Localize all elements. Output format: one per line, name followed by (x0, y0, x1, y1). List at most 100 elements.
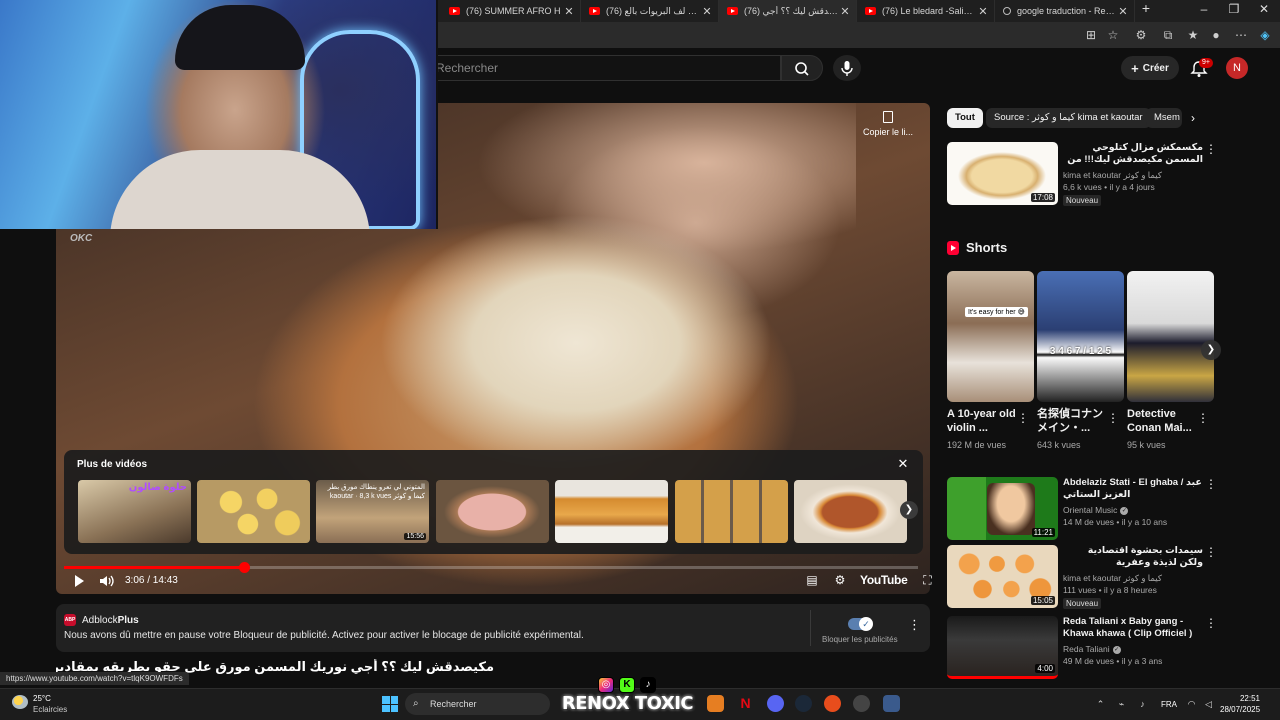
related-video-title[interactable]: مكسمكش مزال كتلوحي المسمن مكيصدقش ليك!!!… (1063, 142, 1203, 166)
settings-gear-icon[interactable]: ⚙ (832, 573, 848, 587)
chip-all[interactable]: Tout (947, 108, 983, 128)
related-video-channel[interactable]: Oriental Music ✓ (1063, 505, 1129, 515)
more-video-thumbnail[interactable] (675, 480, 788, 543)
favorite-star-icon[interactable]: ☆ (1105, 27, 1121, 43)
chip-source[interactable]: Source : كيما و كوثر kima et kaoutar (986, 108, 1151, 128)
chip-msem[interactable]: Msem (1146, 108, 1182, 128)
split-screen-icon[interactable]: ⧉ (1160, 27, 1176, 43)
more-video-thumbnail[interactable] (794, 480, 907, 543)
weather-description[interactable]: Eclaircies (33, 705, 67, 714)
maximize-icon[interactable]: ❐ (1219, 2, 1249, 16)
browser-tab[interactable]: (76) Le bledard -Salina (clai ✕ (857, 0, 995, 22)
wifi-icon[interactable]: ◠ (1186, 699, 1197, 710)
short-views: 95 k vues (1127, 440, 1166, 450)
short-title[interactable]: A 10-year old violin ... (947, 407, 1019, 435)
windows-start-icon[interactable] (382, 696, 398, 712)
netflix-app-icon[interactable]: N (737, 695, 754, 712)
close-tab-icon[interactable]: ✕ (1116, 5, 1130, 18)
more-options-icon[interactable]: ⋮ (1205, 545, 1217, 559)
close-tab-icon[interactable]: ✕ (700, 5, 714, 18)
new-tab-icon[interactable]: + (1131, 0, 1161, 16)
play-button[interactable] (72, 574, 86, 588)
search-input[interactable]: Rechercher (425, 55, 781, 81)
short-title[interactable]: Detective Conan Mai... (1127, 407, 1199, 435)
related-video-thumbnail[interactable]: 4:00 (947, 616, 1058, 679)
fullscreen-icon[interactable]: ⛶ (919, 573, 935, 587)
clock-date[interactable]: 28/07/2025 (1220, 705, 1260, 714)
obs-app-icon[interactable] (853, 695, 870, 712)
close-window-icon[interactable]: ✕ (1249, 2, 1279, 16)
settings-app-icon[interactable] (883, 695, 900, 712)
related-video-channel[interactable]: kima et kaoutar كيما و كوثر (1063, 573, 1162, 584)
search-button[interactable] (781, 55, 823, 81)
block-ads-toggle[interactable] (848, 617, 873, 631)
close-icon[interactable]: ✕ (895, 456, 911, 472)
more-options-icon[interactable]: ⋮ (1205, 616, 1217, 630)
browser-tab-active[interactable]: (76) مكيصدقش ليك ؟؟ أجي ✕ (719, 0, 857, 22)
copilot-icon[interactable]: ◈ (1257, 27, 1273, 43)
more-video-thumbnail[interactable] (197, 480, 310, 543)
microphone-tray-icon[interactable]: ♪ (1137, 699, 1148, 710)
volume-icon[interactable] (99, 574, 115, 588)
related-video-thumbnail[interactable]: 11:21 (947, 477, 1058, 540)
steam-app-icon[interactable] (795, 695, 812, 712)
keyboard-language[interactable]: FRA (1161, 700, 1177, 709)
more-video-thumbnail[interactable]: حلوة صالون (78, 480, 191, 543)
more-menu-icon[interactable]: ⋯ (1233, 27, 1249, 43)
more-options-icon[interactable]: ⋮ (908, 617, 921, 633)
short-thumbnail[interactable] (1127, 271, 1214, 402)
clock-time[interactable]: 22:51 (1220, 694, 1260, 703)
more-options-icon[interactable]: ⋮ (1107, 411, 1119, 425)
close-tab-icon[interactable]: ✕ (838, 5, 852, 18)
short-title[interactable]: 名探偵コナン メイン・... (1037, 407, 1109, 435)
related-video-title[interactable]: Abdelaziz Stati - El ghaba / عبد العزيز … (1063, 477, 1203, 501)
chevron-up-icon[interactable]: ⌃ (1095, 699, 1106, 710)
related-video-channel[interactable]: Reda Taliani ✓ (1063, 644, 1121, 654)
chevron-right-icon[interactable]: ❯ (900, 501, 918, 519)
video-progress-bar[interactable] (64, 562, 918, 573)
chevron-right-icon[interactable]: ❯ (1201, 340, 1221, 360)
weather-temperature[interactable]: 25°C (33, 694, 51, 703)
video-duration: 11:21 (1031, 528, 1055, 537)
more-options-icon[interactable]: ⋮ (1205, 477, 1217, 491)
streamer-cap (175, 5, 305, 70)
subtitles-icon[interactable]: ▤ (804, 573, 820, 587)
related-video-title[interactable]: Reda Taliani x Baby gang - Khawa khawa (… (1063, 616, 1203, 640)
create-button[interactable]: + Créer (1121, 56, 1179, 80)
chevron-right-icon[interactable]: › (1191, 111, 1195, 125)
play-icon (75, 575, 84, 587)
voice-search-button[interactable] (833, 55, 861, 81)
account-avatar[interactable]: N (1226, 57, 1248, 79)
more-options-icon[interactable]: ⋮ (1197, 411, 1209, 425)
youtube-logo[interactable]: YouTube (860, 573, 908, 587)
short-thumbnail[interactable]: It's easy for her 😅 (947, 271, 1034, 402)
copy-link-button[interactable]: Copier le li... (858, 111, 918, 137)
minimize-icon[interactable]: – (1189, 2, 1219, 16)
more-video-thumbnail[interactable] (555, 480, 668, 543)
apps-icon[interactable]: ⊞ (1083, 27, 1099, 43)
more-video-thumbnail[interactable]: المتوني لي تعرو ينطاك مورق بطر kaoutar ·… (316, 480, 429, 543)
browser-tab[interactable]: google traduction - Recher ✕ (995, 0, 1135, 22)
browser-tab[interactable]: (76) SUMMER AFRO H ✕ (441, 0, 581, 22)
browser-tab[interactable]: (76) طريقة لف البريوات بالع ✕ (581, 0, 719, 22)
taskbar-search-box[interactable]: ⌕ Rechercher (405, 693, 550, 715)
favorites-icon[interactable]: ★ (1185, 27, 1201, 43)
discord-app-icon[interactable] (767, 695, 784, 712)
speaker-icon[interactable]: ◁ (1203, 699, 1214, 710)
more-options-icon[interactable]: ⋮ (1017, 411, 1029, 425)
related-video-thumbnail[interactable]: 17:08 (947, 142, 1058, 205)
close-tab-icon[interactable]: ✕ (562, 5, 576, 18)
vlc-app-icon[interactable] (707, 695, 724, 712)
related-video-channel[interactable]: kima et kaoutar كيما و كوثر (1063, 170, 1162, 181)
related-video-title[interactable]: سيمدات بحشوة اقتصادية ولكن لذيذة وعفرية … (1063, 545, 1203, 569)
close-tab-icon[interactable]: ✕ (976, 5, 990, 18)
more-video-thumbnail[interactable] (436, 480, 549, 543)
network-icon[interactable]: ⌁ (1116, 699, 1127, 710)
more-options-icon[interactable]: ⋮ (1205, 142, 1217, 156)
related-video-thumbnail[interactable]: 15:05 (947, 545, 1058, 608)
app-icon[interactable] (824, 695, 841, 712)
weather-icon[interactable] (12, 695, 28, 709)
extensions-icon[interactable]: ⚙ (1133, 27, 1149, 43)
profile-icon[interactable]: ● (1208, 27, 1224, 43)
short-thumbnail[interactable]: 3 4 6 7 / 1 2 5 (1037, 271, 1124, 402)
